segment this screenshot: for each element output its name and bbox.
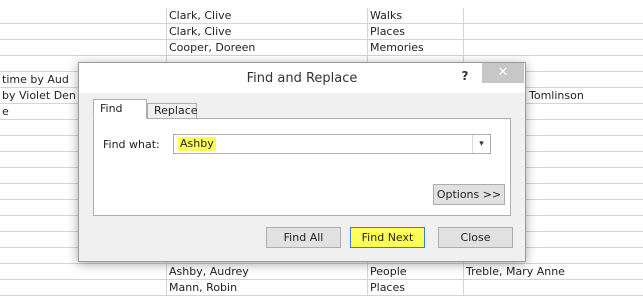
tab-replace[interactable]: Replace	[147, 103, 198, 119]
find-all-button[interactable]: Find All	[266, 227, 341, 248]
find-replace-dialog: Find and Replace ? ✕ Find Replace Find w…	[78, 62, 526, 262]
find-what-label: Find what:	[103, 138, 160, 151]
table-cell[interactable]: Mann, Robin	[166, 280, 367, 295]
table-cell[interactable]	[0, 40, 166, 55]
close-icon[interactable]: ✕	[482, 63, 524, 83]
table-cell[interactable]: Treble, Mary Anne	[463, 264, 643, 279]
table-cell[interactable]	[463, 40, 643, 55]
find-next-button[interactable]: Find Next	[350, 227, 425, 248]
table-row: Ashby, Audrey People Treble, Mary Anne	[0, 264, 643, 280]
table-row: Clark, Clive Places	[0, 24, 643, 40]
table-cell[interactable]: Places	[367, 280, 463, 295]
table-row: Mann, Robin Places	[0, 280, 643, 296]
table-cell[interactable]: Walks	[367, 8, 463, 23]
table-cell[interactable]: Cooper, Doreen	[166, 40, 367, 55]
table-cell[interactable]	[0, 264, 166, 279]
tab-find[interactable]: Find	[93, 99, 147, 119]
find-what-input[interactable]: Ashby ▾	[173, 134, 491, 154]
table-row: Cooper, Doreen Memories	[0, 40, 643, 56]
chevron-down-icon[interactable]: ▾	[472, 135, 490, 153]
table-cell[interactable]	[463, 8, 643, 23]
table-cell[interactable]	[0, 24, 166, 39]
find-what-value: Ashby	[178, 137, 216, 151]
table-cell[interactable]: Places	[367, 24, 463, 39]
table-row: Clark, Clive Walks	[0, 8, 643, 24]
table-cell[interactable]: Memories	[367, 40, 463, 55]
table-cell[interactable]	[0, 280, 166, 295]
options-button[interactable]: Options >>	[433, 184, 505, 205]
table-cell[interactable]: Ashby, Audrey	[166, 264, 367, 279]
dialog-titlebar: Find and Replace ? ✕	[79, 63, 525, 93]
help-button[interactable]: ?	[454, 66, 476, 86]
table-cell[interactable]: Clark, Clive	[166, 24, 367, 39]
table-cell[interactable]: Clark, Clive	[166, 8, 367, 23]
close-button[interactable]: Close	[438, 227, 513, 248]
table-cell[interactable]	[0, 8, 166, 23]
table-cell[interactable]: People	[367, 264, 463, 279]
table-cell[interactable]	[463, 24, 643, 39]
table-cell[interactable]	[463, 280, 643, 295]
